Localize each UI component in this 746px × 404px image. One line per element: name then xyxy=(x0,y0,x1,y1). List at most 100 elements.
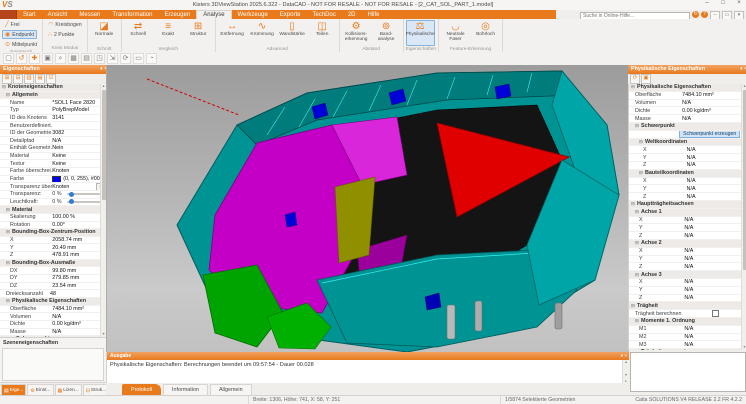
x-row[interactable]: XN/A xyxy=(629,248,742,256)
grid-icon[interactable]: ▦ xyxy=(68,53,79,64)
name-row[interactable]: Name*SOL1 Face 2820 xyxy=(0,99,106,107)
apply-icon[interactable]: ☑ xyxy=(46,74,56,84)
leuchtkraft-slider[interactable] xyxy=(67,201,103,203)
console-pin-icon[interactable]: ▾ xyxy=(621,353,623,358)
z-row[interactable]: ZN/A xyxy=(629,263,742,271)
krümmung-button[interactable]: ∿Krümmung xyxy=(248,20,277,46)
physikalische-eigenschaften-section[interactable]: ⊟Physikalische Eigenschaften xyxy=(0,298,106,306)
m3-row[interactable]: M3N/A xyxy=(629,341,742,349)
z-row[interactable]: Z478.91 mm xyxy=(0,252,106,260)
console-scrollbar[interactable]: ▲▼▸ xyxy=(622,360,629,383)
momente-1-ordnung-section[interactable]: ⊟Momente 1. Ordnung xyxy=(629,318,742,326)
rotate-view-icon[interactable]: ⟳ xyxy=(120,53,131,64)
tab-werkzeuge[interactable]: Werkzeuge xyxy=(232,10,274,19)
masse-row[interactable]: MasseN/A xyxy=(0,329,106,337)
teilen-button[interactable]: ◫Teilen xyxy=(308,20,337,46)
normale-button[interactable]: ◪Normale xyxy=(90,20,119,46)
x-row[interactable]: XN/A xyxy=(629,178,742,186)
2-punkte-button[interactable]: ∴2 Punkte xyxy=(45,30,77,39)
console-tab-allgemein[interactable]: Allgemein xyxy=(210,384,252,395)
console-close-icon[interactable]: × xyxy=(624,353,627,358)
skalierung-row[interactable]: Skalierung100.00 % xyxy=(0,214,106,222)
oberfläche-row[interactable]: Oberfläche7484.10 mm² xyxy=(0,306,106,314)
schwerpunkt-section[interactable]: ⊟Schwerpunkt xyxy=(629,123,742,131)
z-row[interactable]: ZN/A xyxy=(629,295,742,303)
copy-icon[interactable]: ▣ xyxy=(641,74,651,84)
farbe-überschrei-row[interactable]: Farbe überschrei...Knoten xyxy=(0,168,106,176)
farbe-row[interactable]: Farbe(0, 0, 255), #0000FF xyxy=(0,176,106,184)
viewport[interactable] xyxy=(106,65,629,352)
history-icon[interactable]: ◔ xyxy=(146,53,157,64)
transparenz-über-row[interactable]: Transparenz über...Knoten▾ xyxy=(0,183,106,191)
achse-2-section[interactable]: ⊟Achse 2 xyxy=(629,240,742,248)
z-row[interactable]: ZN/A xyxy=(629,162,742,170)
schnell-button[interactable]: ⇄Schnell xyxy=(124,20,153,46)
x-row[interactable]: X2058.74 mm xyxy=(0,237,106,245)
exakt-button[interactable]: ≡Exakt xyxy=(154,20,183,46)
model-pin-1[interactable] xyxy=(447,305,455,339)
console-tab-protokoll[interactable]: Protokoll xyxy=(122,384,161,395)
tab-erzeugen[interactable]: Erzeugen xyxy=(159,10,197,19)
x-row[interactable]: XN/A xyxy=(629,146,742,154)
detailpfad-row[interactable]: DetailpfadN/A xyxy=(0,137,106,145)
show-all-icon[interactable]: ▥ xyxy=(24,74,34,84)
fit-view-icon[interactable]: ⇲ xyxy=(107,53,118,64)
trägheit-berechnen-row[interactable]: Trägheit berechnen xyxy=(629,310,742,318)
layers-icon[interactable]: ▤ xyxy=(81,53,92,64)
tab-2d[interactable]: 2D xyxy=(342,10,362,19)
add-icon[interactable]: ✚ xyxy=(29,53,40,64)
masse-row[interactable]: MasseN/A xyxy=(629,115,742,123)
kollisions-erkennung-button[interactable]: ⚙Kollisions-erkennung xyxy=(342,20,371,46)
sync-icon[interactable]: ↻ xyxy=(692,11,699,18)
textur-row[interactable]: TexturKeine xyxy=(0,160,106,168)
dz-row[interactable]: DZ23.54 mm xyxy=(0,283,106,291)
y-row[interactable]: YN/A xyxy=(629,154,742,162)
wandstärke-button[interactable]: ▯Wandstärke xyxy=(278,20,307,46)
model-pin-3[interactable] xyxy=(555,303,562,329)
tab-exporte[interactable]: Exporte xyxy=(274,10,307,19)
model-pin-2[interactable] xyxy=(475,301,482,331)
kreisbogen-button[interactable]: ◠Kreisbogen xyxy=(45,20,85,29)
zoom-box-icon[interactable]: ▣ xyxy=(42,53,53,64)
benutzerdefiniert-row[interactable]: Benutzerdefiniert... xyxy=(0,122,106,130)
y-row[interactable]: Y20.49 mm xyxy=(0,244,106,252)
tab-analyse[interactable]: Analyse xyxy=(196,10,231,19)
z-row[interactable]: ZN/A xyxy=(629,193,742,201)
x-row[interactable]: XN/A xyxy=(629,217,742,225)
typ-row[interactable]: TypPolyBrepModel xyxy=(0,107,106,115)
m2-row[interactable]: M2N/A xyxy=(629,334,742,342)
tab-ansicht[interactable]: Ansicht xyxy=(42,10,74,19)
transparenz-slider[interactable] xyxy=(67,193,103,195)
tab-start[interactable]: Start xyxy=(17,10,42,19)
entfernung-button[interactable]: ↔Entfernung xyxy=(218,20,247,46)
achse-3-section[interactable]: ⊟Achse 3 xyxy=(629,271,742,279)
weltkoordinaten-section[interactable]: ⊟Weltkoordinaten xyxy=(629,139,742,147)
bounding-box-ausmaße-section[interactable]: ⊟Bounding-Box-Ausmaße xyxy=(0,260,106,268)
achse-1-section[interactable]: ⊟Achse 1 xyxy=(629,209,742,217)
tab-techdoc[interactable]: TechDoc xyxy=(306,10,341,19)
model-detail-blue-3[interactable] xyxy=(495,84,511,99)
struktur-button[interactable]: ⊞Struktur xyxy=(184,20,213,46)
id-der-geometrie-row[interactable]: ID der Geometrie3082 xyxy=(0,130,106,138)
dx-row[interactable]: DX99.80 mm xyxy=(0,267,106,275)
tab-hilfe[interactable]: Hilfe xyxy=(362,10,386,19)
x-row[interactable]: XN/A xyxy=(629,279,742,287)
schwerpunkt-erzeugen-button[interactable]: Schwerpunkt erzeugen xyxy=(679,131,740,138)
neutrale-faser-button[interactable]: ◡Neutrale Faser xyxy=(441,20,470,46)
trägheit-berechnen-checkbox[interactable] xyxy=(712,310,719,317)
transparenz-row[interactable]: Transparenz:0 % xyxy=(0,191,106,199)
trägheit-section[interactable]: ⊟Trägheit xyxy=(629,302,742,310)
panel-icon[interactable]: ▭ xyxy=(133,53,144,64)
id-des-knotens-row[interactable]: ID des Knotens3141 xyxy=(0,115,106,123)
z-row[interactable]: ZN/A xyxy=(629,232,742,240)
bohrloch-button[interactable]: ◎Bohrloch xyxy=(471,20,500,46)
model-face-olive[interactable] xyxy=(335,177,375,263)
left-panel-pin-icon[interactable]: ▾ xyxy=(100,66,103,72)
help-icon[interactable]: ? xyxy=(701,11,708,18)
dichte-row[interactable]: Dichte0.00 kg/dm³ xyxy=(0,321,106,329)
magnifier-icon[interactable]: ⌕ xyxy=(55,53,66,64)
slider-thumb[interactable] xyxy=(69,192,74,197)
filter-icon[interactable]: ▤ xyxy=(35,74,45,84)
endpunkt-button[interactable]: ◉Endpunkt xyxy=(2,30,37,39)
knoteneigenschaften-section[interactable]: ⊟Knoteneigenschaften xyxy=(0,84,106,92)
